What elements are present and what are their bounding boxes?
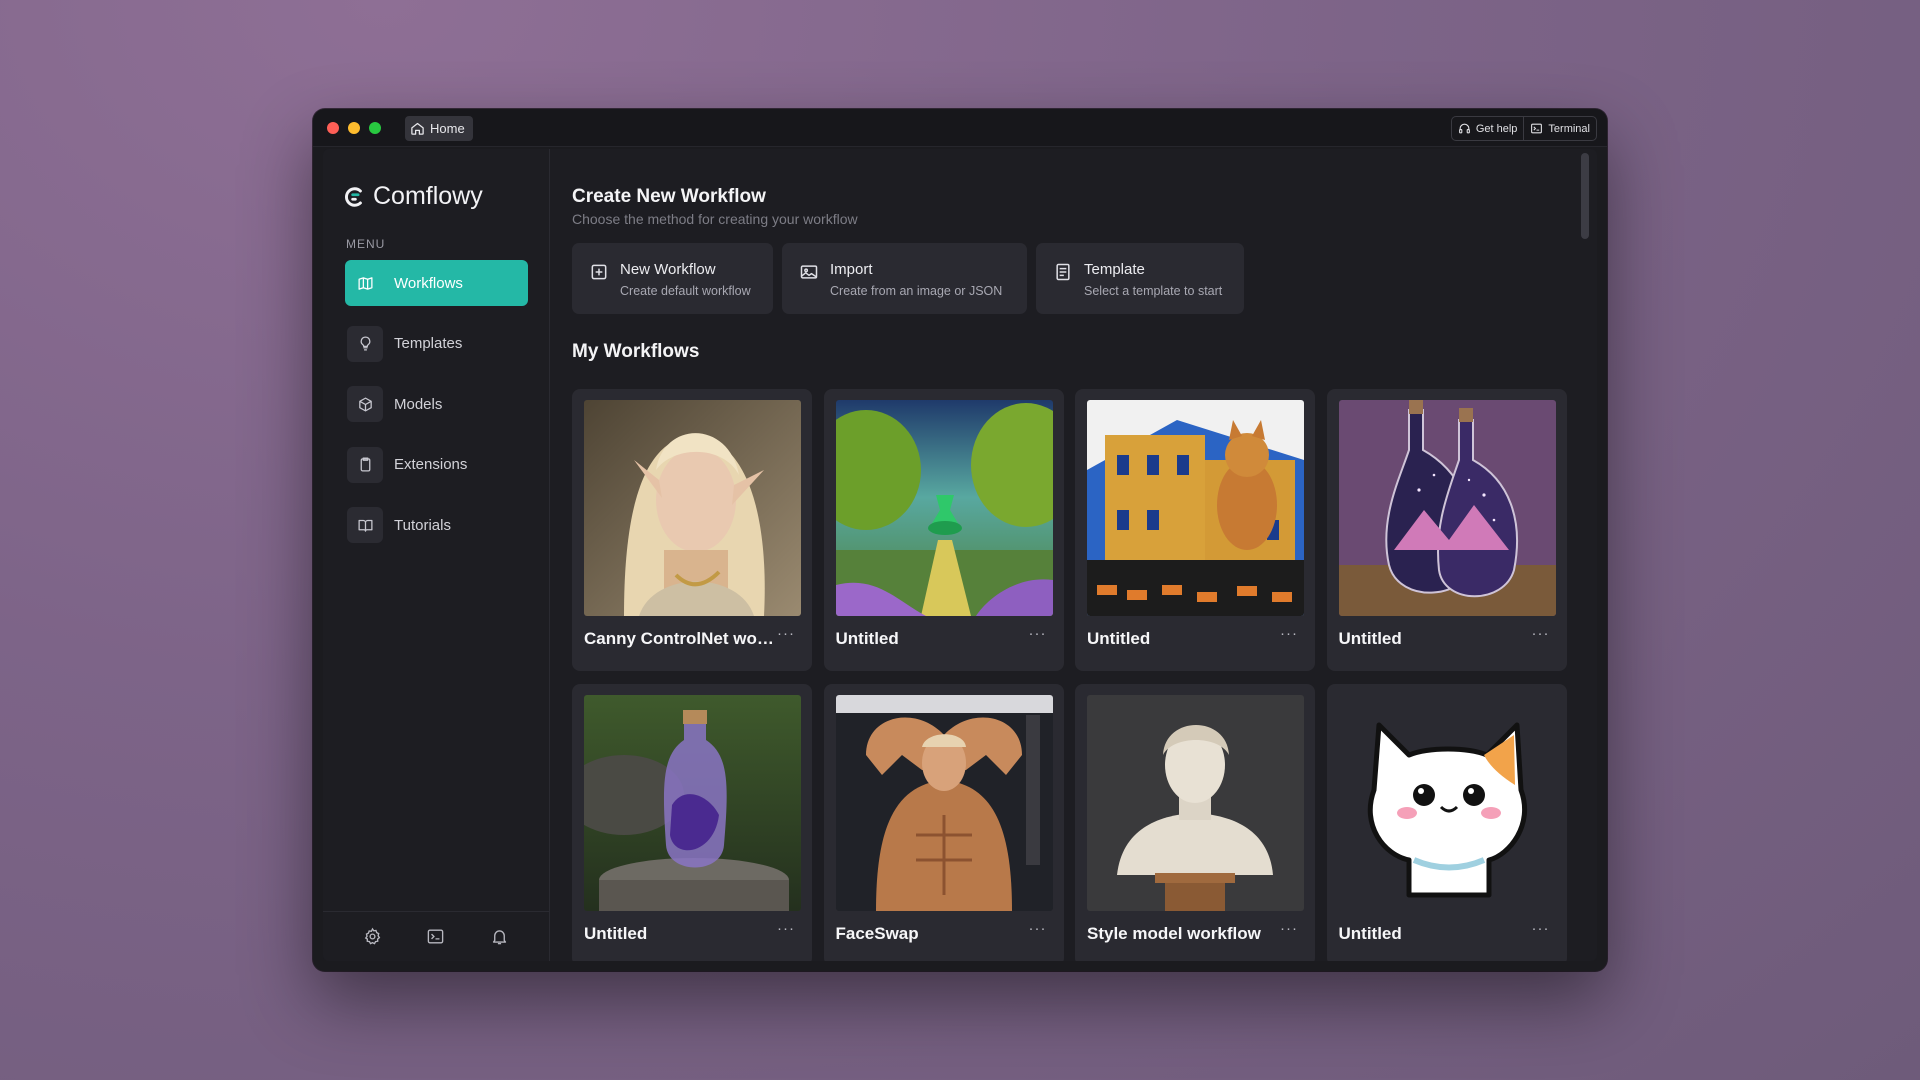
logo: Comflowy (343, 182, 483, 211)
sidebar-item-label: Models (394, 395, 443, 413)
cube-icon (347, 386, 383, 422)
top-actions: Get help Terminal (1450, 116, 1597, 141)
workflow-thumbnail (584, 695, 801, 911)
home-tab[interactable]: Home (405, 116, 473, 141)
workflow-card[interactable]: FaceSwap ··· (823, 684, 1064, 961)
workflow-thumbnail (1338, 695, 1556, 911)
sidebar-item-label: Workflows (394, 274, 463, 292)
sidebar-item-workflows[interactable]: Workflows (345, 260, 528, 306)
more-options-button[interactable]: ··· (1029, 920, 1047, 937)
sidebar-item-tutorials[interactable]: Tutorials (345, 502, 528, 548)
workflow-thumbnail (1087, 400, 1304, 616)
sidebar-item-models[interactable]: Models (345, 381, 528, 427)
workflow-thumbnail (835, 695, 1053, 911)
workflow-card[interactable]: Style model workflow ··· (1075, 684, 1315, 961)
sidebar-item-templates[interactable]: Templates (345, 321, 528, 367)
home-icon (411, 122, 424, 135)
option-subtitle: Select a template to start (1084, 284, 1223, 298)
more-options-button[interactable]: ··· (777, 625, 795, 642)
workflow-thumbnail (1338, 400, 1556, 616)
option-subtitle: Create default workflow (620, 284, 751, 298)
sidebar-item-label: Extensions (394, 456, 468, 473)
terminal-icon[interactable] (426, 927, 445, 946)
sidebar-footer (323, 911, 549, 961)
more-options-button[interactable]: ··· (777, 920, 795, 937)
app-name: Comflowy (373, 182, 483, 210)
zoom-window-button[interactable] (369, 122, 381, 134)
workflow-card[interactable]: Untitled ··· (1326, 389, 1567, 671)
titlebar: Home Get help Terminal (313, 109, 1607, 147)
option-subtitle: Create from an image or JSON (830, 284, 1003, 298)
workflow-card[interactable]: Untitled ··· (1075, 389, 1315, 671)
clipboard-icon (347, 446, 383, 483)
image-icon (800, 265, 818, 279)
terminal-button[interactable]: Terminal (1523, 117, 1596, 140)
template-button[interactable]: Template Select a template to start (1036, 243, 1244, 314)
plus-square-icon (591, 264, 607, 280)
more-options-button[interactable]: ··· (1280, 920, 1298, 937)
window-controls (327, 122, 381, 134)
sidebar-item-extensions[interactable]: Extensions (345, 442, 528, 488)
sidebar: Comflowy MENU Workflows Templates Models (323, 149, 550, 961)
headphones-icon (1458, 123, 1470, 134)
settings-icon[interactable] (363, 927, 382, 946)
main-scrollbar[interactable] (1581, 153, 1589, 239)
option-title: Template (1084, 261, 1145, 278)
create-workflow-subtitle: Choose the method for creating your work… (572, 211, 858, 227)
bell-icon[interactable] (490, 927, 509, 946)
workflow-name: Untitled (584, 924, 648, 943)
minimize-window-button[interactable] (348, 122, 360, 134)
workflow-name: Untitled (1338, 629, 1402, 648)
terminal-label: Terminal (1548, 122, 1590, 135)
document-icon (1056, 263, 1070, 281)
new-workflow-button[interactable]: New Workflow Create default workflow (572, 243, 773, 314)
terminal-icon (1531, 123, 1543, 134)
more-options-button[interactable]: ··· (1532, 920, 1550, 937)
workflow-name: Canny ControlNet workflow (584, 629, 774, 648)
my-workflows-title: My Workflows (572, 341, 700, 362)
get-help-label: Get help (1475, 122, 1518, 135)
home-tab-label: Home (430, 121, 465, 136)
workflow-thumbnail (584, 400, 801, 616)
workflow-thumbnail (1087, 695, 1304, 911)
workflow-name: Style model workflow (1087, 924, 1261, 943)
map-icon (347, 265, 383, 301)
workflow-name: Untitled (835, 629, 899, 648)
option-title: Import (830, 261, 873, 278)
workflow-thumbnail (835, 400, 1053, 616)
main-content: Create New Workflow Choose the method fo… (551, 149, 1597, 961)
workflow-card[interactable]: Untitled ··· (1326, 684, 1567, 961)
workflow-name: Untitled (1087, 629, 1151, 648)
book-open-icon (347, 507, 383, 543)
close-window-button[interactable] (327, 122, 339, 134)
comflowy-logo-icon (345, 186, 362, 207)
app-body: Comflowy MENU Workflows Templates Models (323, 149, 1597, 961)
workflow-grid: Canny ControlNet workflow ··· (572, 389, 1567, 961)
workflow-name: Untitled (1338, 924, 1402, 943)
menu-label: MENU (346, 237, 386, 251)
workflow-name: FaceSwap (835, 924, 919, 943)
sidebar-item-label: Templates (394, 335, 463, 352)
more-options-button[interactable]: ··· (1280, 625, 1298, 642)
lightbulb-icon (347, 325, 383, 362)
more-options-button[interactable]: ··· (1029, 625, 1047, 642)
sidebar-item-label: Tutorials (394, 516, 451, 534)
app-window: Home Get help Terminal Comflowy MENU Wor… (313, 109, 1607, 971)
more-options-button[interactable]: ··· (1532, 625, 1550, 642)
option-title: New Workflow (620, 261, 716, 278)
import-button[interactable]: Import Create from an image or JSON (782, 243, 1027, 314)
workflow-card[interactable]: Untitled ··· (572, 684, 812, 961)
create-workflow-title: Create New Workflow (572, 186, 766, 207)
workflow-card[interactable]: Canny ControlNet workflow ··· (572, 389, 812, 671)
sidebar-nav: Workflows Templates Models Extensions Tu… (345, 260, 528, 563)
workflow-card[interactable]: Untitled ··· (823, 389, 1064, 671)
get-help-button[interactable]: Get help (1452, 117, 1524, 140)
create-options: New Workflow Create default workflow Impo… (572, 243, 1244, 314)
